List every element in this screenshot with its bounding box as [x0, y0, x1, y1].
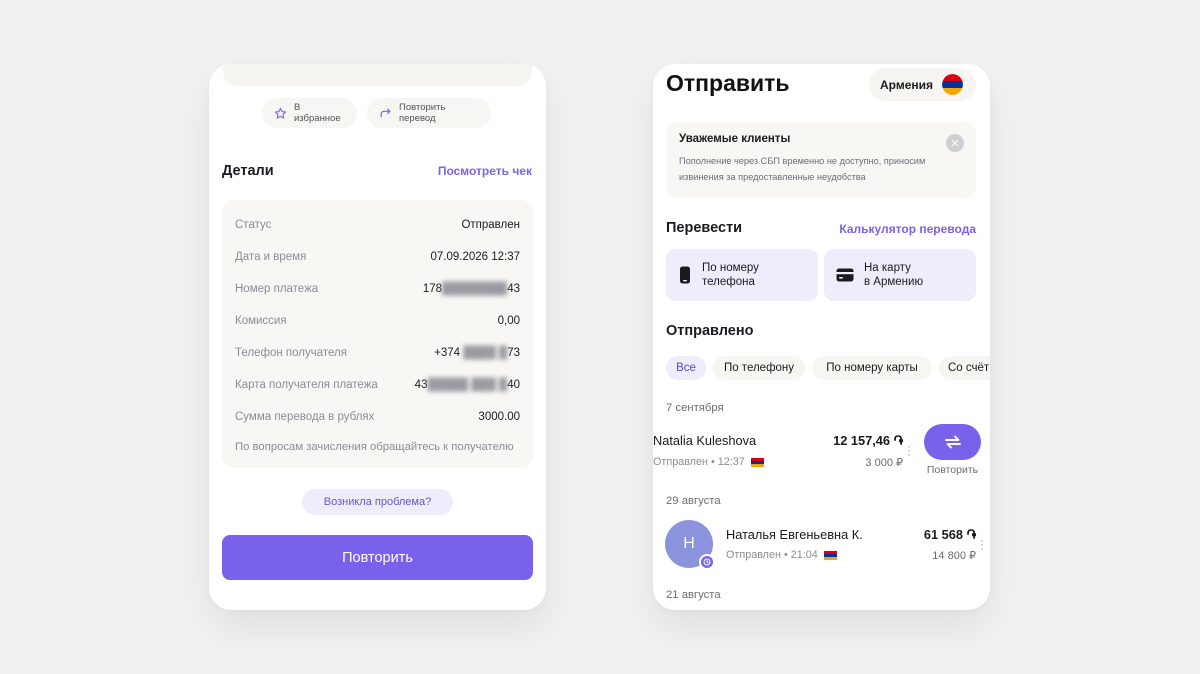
transfer-by-phone-button[interactable]: По номеру телефона — [666, 249, 818, 301]
detail-row-status: Статус Отправлен — [235, 216, 520, 234]
transfer-to-card-button[interactable]: На карту в Армению — [824, 249, 976, 301]
detail-label: Карта получателя платежа — [235, 379, 378, 391]
blurred-digits: █████ ███ █ — [427, 379, 508, 391]
detail-label: Дата и время — [235, 251, 307, 263]
transaction-amount: 12 157,46 ֏ — [833, 433, 903, 448]
repeat-transfer-round-button[interactable] — [924, 424, 981, 460]
status-text: Отправлен • 21:04 — [726, 549, 818, 561]
transfer-section-title: Перевести — [666, 220, 743, 236]
detail-label: Сумма перевода в рублях — [235, 411, 375, 423]
value-suffix: 73 — [507, 347, 520, 359]
detail-value: 07.09.2026 12:37 — [430, 251, 520, 263]
notice-text: Пополнение через СБП временно не доступн… — [679, 156, 926, 182]
tile-label-line: телефона — [702, 276, 755, 288]
clock-icon — [699, 554, 715, 570]
details-title: Детали — [222, 163, 274, 179]
filter-chip-phone[interactable]: По телефону — [713, 356, 805, 380]
repeat-label: Повторить — [926, 464, 979, 476]
repeat-transfer-button[interactable]: Повторить перевод — [367, 98, 491, 128]
detail-label: Комиссия — [235, 315, 287, 327]
detail-label: Статус — [235, 219, 272, 231]
value-suffix: 43 — [507, 283, 520, 295]
recipient-note: По вопросам зачисления обращайтесь к пол… — [235, 441, 514, 453]
more-icon[interactable]: · · · — [980, 534, 984, 554]
more-icon[interactable]: · · · — [907, 440, 911, 460]
country-label: Армения — [880, 77, 934, 92]
notice-banner: Уважемые клиенты Пополнение через СБП вр… — [666, 122, 976, 198]
detail-value: 43█████ ███ █40 — [415, 379, 520, 391]
send-screen-card: Отправить Армения Уважемые клиенты Попол… — [653, 64, 990, 610]
value-prefix: 178 — [422, 283, 443, 295]
tile-label-line: в Армению — [864, 276, 924, 288]
filter-chip-all[interactable]: Все — [666, 356, 706, 380]
detail-row-datetime: Дата и время 07.09.2026 12:37 — [235, 248, 520, 266]
transaction-status: Отправлен • 12:37 — [653, 456, 764, 468]
date-group-label: 29 августа — [666, 495, 721, 507]
detail-value: 3000.00 — [478, 411, 520, 423]
page-title: Отправить — [666, 70, 790, 96]
transfer-details-card: В избранное Повторить перевод Детали Пос… — [209, 64, 546, 610]
transaction-status: Отправлен • 21:04 — [726, 549, 837, 561]
armenia-flag-icon — [823, 550, 837, 560]
detail-value: 178████████43 — [423, 283, 520, 295]
transaction-amount-rub: 14 800 ₽ — [932, 550, 976, 562]
value-prefix: 43 — [414, 379, 428, 391]
favorite-button[interactable]: В избранное — [262, 98, 357, 128]
tile-label: На карту в Армению — [864, 261, 923, 289]
detail-row-recipient-phone: Телефон получателя +374 ████ █73 — [235, 344, 520, 362]
view-receipt-link[interactable]: Посмотреть чек — [438, 164, 532, 178]
country-selector[interactable]: Армения — [869, 68, 976, 101]
date-group-label: 21 августа — [666, 589, 721, 601]
blurred-digits: ████ █ — [463, 347, 508, 359]
value-prefix: +374 — [434, 347, 461, 359]
detail-row-recipient-card: Карта получателя платежа 43█████ ███ █40 — [235, 376, 520, 394]
date-group-label: 7 сентября — [666, 402, 724, 414]
transaction-amount: 61 568 ֏ — [923, 527, 976, 542]
value-suffix: 40 — [507, 379, 520, 391]
filter-chip-account[interactable]: Со счёт — [939, 356, 990, 380]
tile-label: По номеру телефона — [702, 261, 759, 289]
details-box: Статус Отправлен Дата и время 07.09.2026… — [222, 200, 533, 468]
transaction-name[interactable]: Наталья Евгеньевна К. — [726, 527, 863, 542]
tile-label-line: По номеру — [702, 262, 759, 274]
repeat-button[interactable]: Повторить — [222, 535, 533, 580]
problem-button[interactable]: Возникла проблема? — [302, 489, 453, 515]
repeat-transfer-label: Повторить перевод — [399, 102, 446, 124]
sent-section-title: Отправлено — [666, 323, 754, 339]
detail-label: Телефон получателя — [235, 347, 347, 359]
detail-value: Отправлен — [461, 219, 520, 231]
detail-row-amount-rub: Сумма перевода в рублях 3000.00 — [235, 408, 520, 426]
phone-icon — [680, 266, 690, 284]
tile-label-line: На карту — [864, 262, 911, 274]
transaction-name[interactable]: Natalia Kuleshova — [653, 433, 756, 448]
repeat-icon — [944, 435, 961, 449]
close-icon[interactable]: ✕ — [946, 134, 964, 152]
detail-label: Номер платежа — [235, 283, 319, 295]
notice-title: Уважемые клиенты — [679, 133, 791, 145]
blurred-digits: ████████ — [442, 283, 508, 295]
favorite-label: В избранное — [294, 102, 341, 124]
detail-row-commission: Комиссия 0,00 — [235, 312, 520, 330]
filter-chip-card[interactable]: По номеру карты — [812, 356, 932, 380]
status-text: Отправлен • 12:37 — [653, 456, 745, 468]
credit-card-icon — [836, 268, 854, 282]
transaction-amount-rub: 3 000 ₽ — [865, 457, 903, 469]
armenia-flag-icon — [942, 74, 964, 95]
transfer-calculator-link[interactable]: Калькулятор перевода — [839, 222, 976, 236]
star-icon — [274, 107, 287, 119]
top-strip — [223, 64, 532, 86]
detail-value: 0,00 — [497, 315, 520, 327]
detail-row-payment-number: Номер платежа 178████████43 — [235, 280, 520, 298]
detail-value: +374 ████ █73 — [434, 347, 520, 359]
redo-icon — [380, 108, 391, 117]
armenia-flag-icon — [750, 457, 764, 467]
